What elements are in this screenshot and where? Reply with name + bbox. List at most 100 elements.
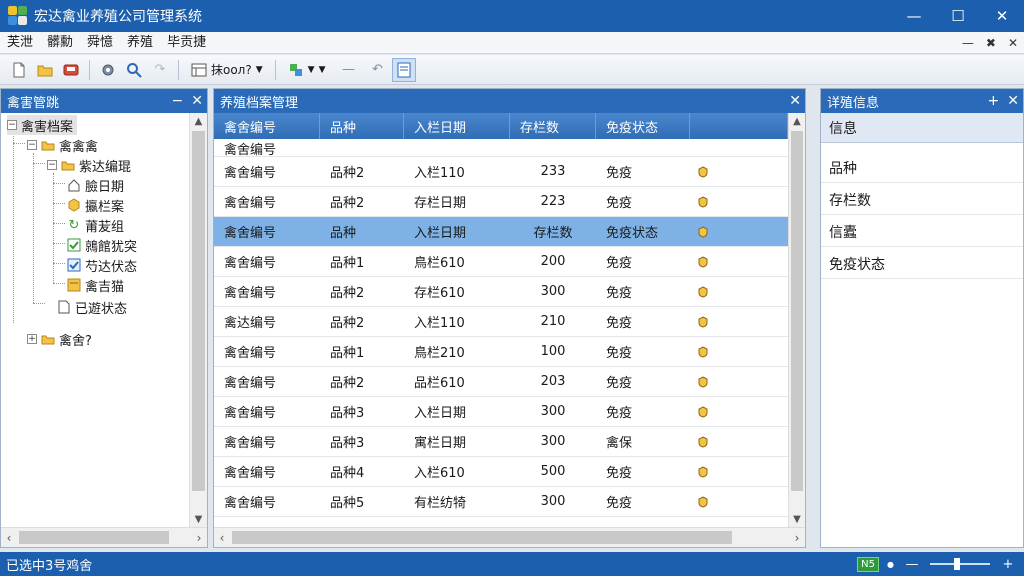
scroll-down-icon[interactable]: ▼ xyxy=(190,511,207,527)
tree-node-root[interactable]: − 禽害档案 xyxy=(7,115,78,135)
settings-icon[interactable] xyxy=(96,58,120,82)
scroll-thumb[interactable] xyxy=(791,131,803,491)
scroll-thumb[interactable] xyxy=(232,531,732,544)
table-row[interactable]: 禽舍编号 品种2 存栏日期 223 免疫 xyxy=(214,187,788,217)
collapse-icon[interactable]: − xyxy=(7,120,17,130)
open-folder-icon[interactable] xyxy=(33,58,57,82)
cell-stock: 200 xyxy=(540,254,566,269)
tree-leaf[interactable]: 鶁館犹突 xyxy=(67,235,137,255)
zoom-in-icon[interactable]: + xyxy=(998,557,1018,572)
tree-node-house-2[interactable]: + 禽舍? xyxy=(27,329,92,349)
new-file-icon[interactable] xyxy=(7,58,31,82)
cell-id: 禽舍编号 xyxy=(224,376,277,391)
cell-breed: 品种3 xyxy=(330,436,365,451)
table-row[interactable]: 禽舍编号 品种5 有栏纺犄 300 免疫 xyxy=(214,487,788,517)
document-view-icon[interactable] xyxy=(391,57,416,82)
column-header-id[interactable]: 禽舍编号 xyxy=(214,113,320,139)
scroll-down-icon[interactable]: ▼ xyxy=(789,511,805,527)
chevron-down-icon: ▼ xyxy=(318,64,326,75)
close-panel-icon[interactable]: ✕ xyxy=(191,93,203,109)
redo-icon[interactable]: ↷ xyxy=(148,58,172,82)
scroll-up-icon[interactable]: ▲ xyxy=(190,113,207,129)
undo-icon[interactable]: ↶ xyxy=(366,58,390,82)
search-icon[interactable] xyxy=(122,58,146,82)
menu-item-5[interactable]: 毕贡捷 xyxy=(160,32,213,54)
scroll-left-icon[interactable]: ‹ xyxy=(214,528,230,547)
table-row-partial[interactable]: 禽舍编号 xyxy=(214,139,788,158)
collapse-icon[interactable]: − xyxy=(47,160,57,170)
table-row[interactable]: 禽舍编号 品种1 鳥栏210 100 免疫 xyxy=(214,337,788,367)
save-icon[interactable] xyxy=(59,58,83,82)
zoom-out-icon[interactable]: — xyxy=(902,557,922,572)
scroll-thumb[interactable] xyxy=(192,131,205,491)
tree-leaf[interactable]: 芍达伏态 xyxy=(67,255,137,275)
table-row[interactable]: 禽舍编号 品种2 存栏610 300 免疫 xyxy=(214,277,788,307)
view-dropdown[interactable]: 抹ooл? ▼ xyxy=(184,59,270,81)
scroll-right-icon[interactable]: › xyxy=(789,528,805,547)
mdi-close-icon[interactable]: ✕ xyxy=(1008,36,1018,50)
poultry-tree: − 禽害档案 − 禽禽禽 − 紫达编琨 臉日期 攍栏案 ↻ 莆苃组 鶁館犹突 芍… xyxy=(1,113,189,527)
zoom-slider[interactable] xyxy=(930,558,990,570)
cell-date: 品栏610 xyxy=(414,376,465,391)
mdi-restore-icon[interactable]: ✖ xyxy=(986,36,996,50)
cell-id: 禽舍编号 xyxy=(224,166,277,181)
table-row[interactable]: 禽舍编号 品种 入栏日期 存栏数 免疫状态 xyxy=(214,217,788,247)
cell-vaccination: 免疫 xyxy=(606,196,633,211)
tree-node-house[interactable]: − 禽禽禽 xyxy=(27,135,98,155)
tree-horizontal-scrollbar[interactable]: ‹ › xyxy=(1,527,207,547)
table-row[interactable]: 禽舍编号 品种4 入栏610 500 免疫 xyxy=(214,457,788,487)
scroll-right-icon[interactable]: › xyxy=(191,528,207,547)
scroll-up-icon[interactable]: ▲ xyxy=(789,113,805,129)
cell-date: 鳥栏610 xyxy=(414,256,465,271)
add-icon[interactable]: + xyxy=(988,93,1000,109)
table-row[interactable]: 禽舍编号 品种1 鳥栏610 200 免疫 xyxy=(214,247,788,277)
panel-header: 养殖档案管理 ✕ xyxy=(214,89,805,113)
cell-stock: 300 xyxy=(540,404,566,419)
grid-vertical-scrollbar[interactable]: ▲ ▼ xyxy=(788,113,805,527)
column-header-vaccination[interactable]: 免疫状态 xyxy=(596,113,690,139)
table-row[interactable]: 禽舍编号 品种2 入栏110 233 免疫 xyxy=(214,157,788,187)
cell-breed: 品种1 xyxy=(330,256,365,271)
cell-date: 存栏610 xyxy=(414,286,465,301)
cell-id: 禽舍编号 xyxy=(224,436,277,451)
tree-leaf[interactable]: 禽吉猫 xyxy=(67,275,124,295)
tree-leaf[interactable]: ↻ 莆苃组 xyxy=(67,215,124,235)
menu-item-1[interactable]: 芙泄 xyxy=(0,32,40,54)
tree-node-sub[interactable]: − 紫达编琨 xyxy=(47,155,131,175)
column-header-stock[interactable]: 存栏数 xyxy=(510,113,596,139)
minus-icon[interactable]: — xyxy=(334,58,364,82)
table-row[interactable]: 禽达编号 品种2 入栏110 210 免疫 xyxy=(214,307,788,337)
scroll-left-icon[interactable]: ‹ xyxy=(1,528,17,547)
table-row[interactable]: 禽舍编号 品种3 寓栏日期 300 禽保 xyxy=(214,427,788,457)
transfer-dropdown[interactable]: ▼ ▼ xyxy=(281,59,333,81)
cell-id: 禽舍编号 xyxy=(224,256,277,271)
tree-leaf[interactable]: 攍栏案 xyxy=(67,195,124,215)
grid-horizontal-scrollbar[interactable]: ‹ › xyxy=(214,527,805,547)
column-header-date[interactable]: 入栏日期 xyxy=(404,113,510,139)
mdi-minimize-icon[interactable]: — xyxy=(962,36,974,50)
menu-item-2[interactable]: 髒勳 xyxy=(40,32,80,54)
minimize-panel-icon[interactable]: − xyxy=(172,93,184,109)
maximize-button[interactable]: ☐ xyxy=(936,0,980,32)
table-row[interactable]: 禽舍编号 品种2 品栏610 203 免疫 xyxy=(214,367,788,397)
close-panel-icon[interactable]: ✕ xyxy=(1007,93,1019,109)
tree-leaf[interactable]: 已遊状态 xyxy=(57,297,127,317)
menu-item-breeding[interactable]: 养殖 xyxy=(120,32,160,54)
expand-icon[interactable]: + xyxy=(27,334,37,344)
minimize-button[interactable]: — xyxy=(892,0,936,32)
close-button[interactable]: ✕ xyxy=(980,0,1024,32)
panel-title: 禽害管跳 xyxy=(7,95,60,111)
cell-id: 禽舍编号 xyxy=(224,286,277,301)
close-panel-icon[interactable]: ✕ xyxy=(789,93,801,109)
zoom-thumb[interactable] xyxy=(954,558,960,570)
cell-breed: 品种2 xyxy=(330,286,365,301)
tree-vertical-scrollbar[interactable]: ▲ ▼ xyxy=(189,113,207,527)
table-row[interactable]: 禽舍编号 品种3 入栏日期 300 免疫 xyxy=(214,397,788,427)
chevron-down-icon: ▼ xyxy=(307,64,315,75)
tree-leaf[interactable]: 臉日期 xyxy=(67,175,124,195)
menu-item-3[interactable]: 舜憶 xyxy=(80,32,120,54)
column-header-breed[interactable]: 品种 xyxy=(320,113,404,139)
scroll-thumb[interactable] xyxy=(19,531,169,544)
cell-date: 鳥栏210 xyxy=(414,346,465,361)
collapse-icon[interactable]: − xyxy=(27,140,37,150)
